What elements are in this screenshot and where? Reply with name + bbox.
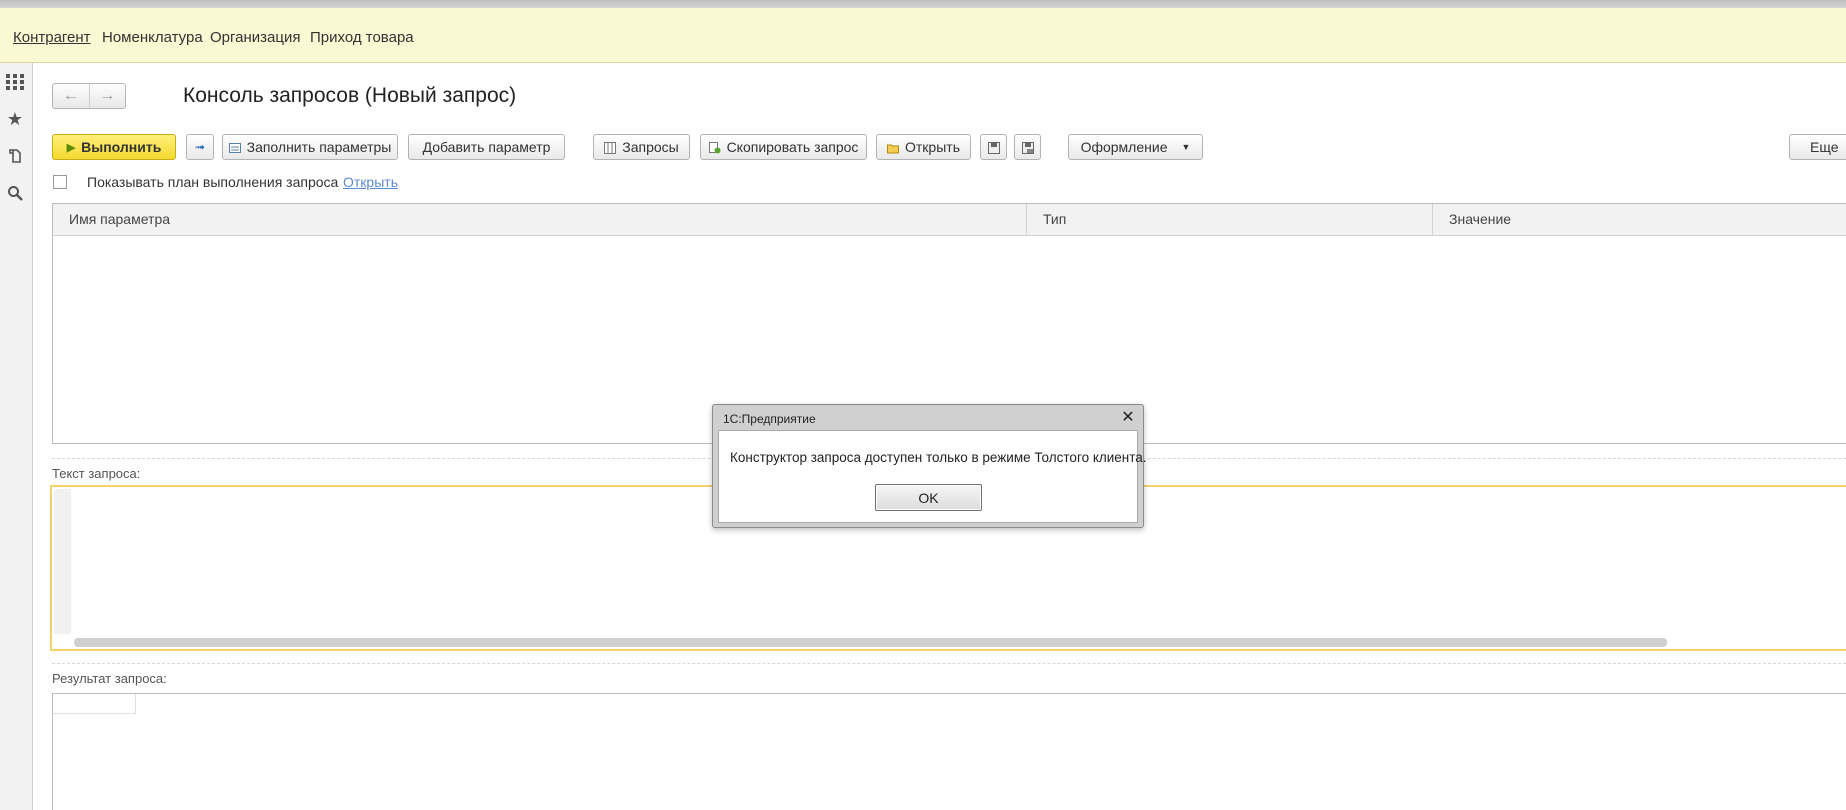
- save-as-disk-icon: [1021, 141, 1034, 154]
- page-title: Консоль запросов (Новый запрос): [183, 84, 517, 107]
- dialog-title: 1С:Предприятие: [723, 412, 816, 426]
- favorites-star-icon[interactable]: ★: [5, 109, 25, 129]
- query-text-label: Текст запроса:: [52, 466, 141, 481]
- ok-button[interactable]: OK: [875, 484, 982, 511]
- result-cell[interactable]: [53, 694, 136, 714]
- folder-icon: [887, 141, 899, 154]
- window-top-strip: [0, 0, 1846, 8]
- column-type[interactable]: Тип: [1026, 204, 1432, 235]
- search-icon[interactable]: [5, 183, 25, 203]
- history-nav: ← →: [52, 83, 126, 109]
- open-plan-link[interactable]: Открыть: [343, 174, 398, 190]
- queries-button[interactable]: Запросы: [593, 134, 690, 160]
- params-table-icon: [228, 141, 241, 153]
- show-plan-label: Показывать план выполнения запроса: [87, 174, 339, 190]
- column-value[interactable]: Значение: [1432, 204, 1846, 235]
- history-icon[interactable]: [5, 146, 25, 166]
- copy-doc-icon: [708, 141, 721, 154]
- open-button[interactable]: Открыть: [876, 134, 971, 160]
- chevron-down-icon: ▼: [1181, 142, 1191, 152]
- copy-query-button[interactable]: Скопировать запрос: [700, 134, 867, 160]
- run-button[interactable]: ▶ Выполнить: [52, 134, 176, 160]
- section-counterparty[interactable]: Контрагент: [13, 29, 91, 46]
- horizontal-scrollbar[interactable]: [74, 638, 1667, 647]
- dialog-body: Конструктор запроса доступен только в ре…: [718, 430, 1147, 523]
- sections-panel: Контрагент Номенклатура Организация Прих…: [0, 8, 1846, 63]
- back-arrow-icon[interactable]: ←: [53, 84, 89, 108]
- dialog-message: Конструктор запроса доступен только в ре…: [730, 450, 1147, 465]
- save-as-button[interactable]: [1014, 134, 1041, 160]
- save-disk-icon: [987, 141, 1000, 154]
- column-param-name[interactable]: Имя параметра: [53, 204, 1026, 235]
- section-organization[interactable]: Организация: [210, 29, 300, 46]
- play-icon: ▶: [66, 141, 76, 154]
- design-dropdown[interactable]: Оформление ▼: [1068, 134, 1203, 160]
- query-result-label: Результат запроса:: [52, 671, 167, 686]
- save-button[interactable]: [980, 134, 1007, 160]
- show-plan-checkbox[interactable]: [53, 175, 67, 189]
- sidebar: ★: [0, 63, 33, 810]
- forward-arrow-icon[interactable]: →: [88, 84, 126, 108]
- section-nomenclature[interactable]: Номенклатура: [102, 29, 203, 46]
- section-goods-receipt[interactable]: Приход товара: [310, 29, 414, 46]
- fill-params-button[interactable]: Заполнить параметры: [222, 134, 398, 160]
- apps-grid-icon[interactable]: [5, 72, 25, 92]
- line-number-gutter: [54, 489, 71, 634]
- arrow-right-icon: ➟: [194, 140, 206, 154]
- step-button[interactable]: ➟: [186, 134, 214, 160]
- message-dialog: 1С:Предприятие ✕ Конструктор запроса дос…: [712, 404, 1147, 528]
- add-param-button[interactable]: Добавить параметр: [408, 134, 565, 160]
- params-table-header: Имя параметра Тип Значение: [53, 204, 1846, 236]
- splitter-2[interactable]: [52, 663, 1846, 664]
- query-result-grid[interactable]: [52, 693, 1846, 810]
- queries-list-icon: [604, 141, 617, 154]
- more-button[interactable]: Еще: [1789, 134, 1846, 160]
- close-icon[interactable]: ✕: [1119, 408, 1137, 426]
